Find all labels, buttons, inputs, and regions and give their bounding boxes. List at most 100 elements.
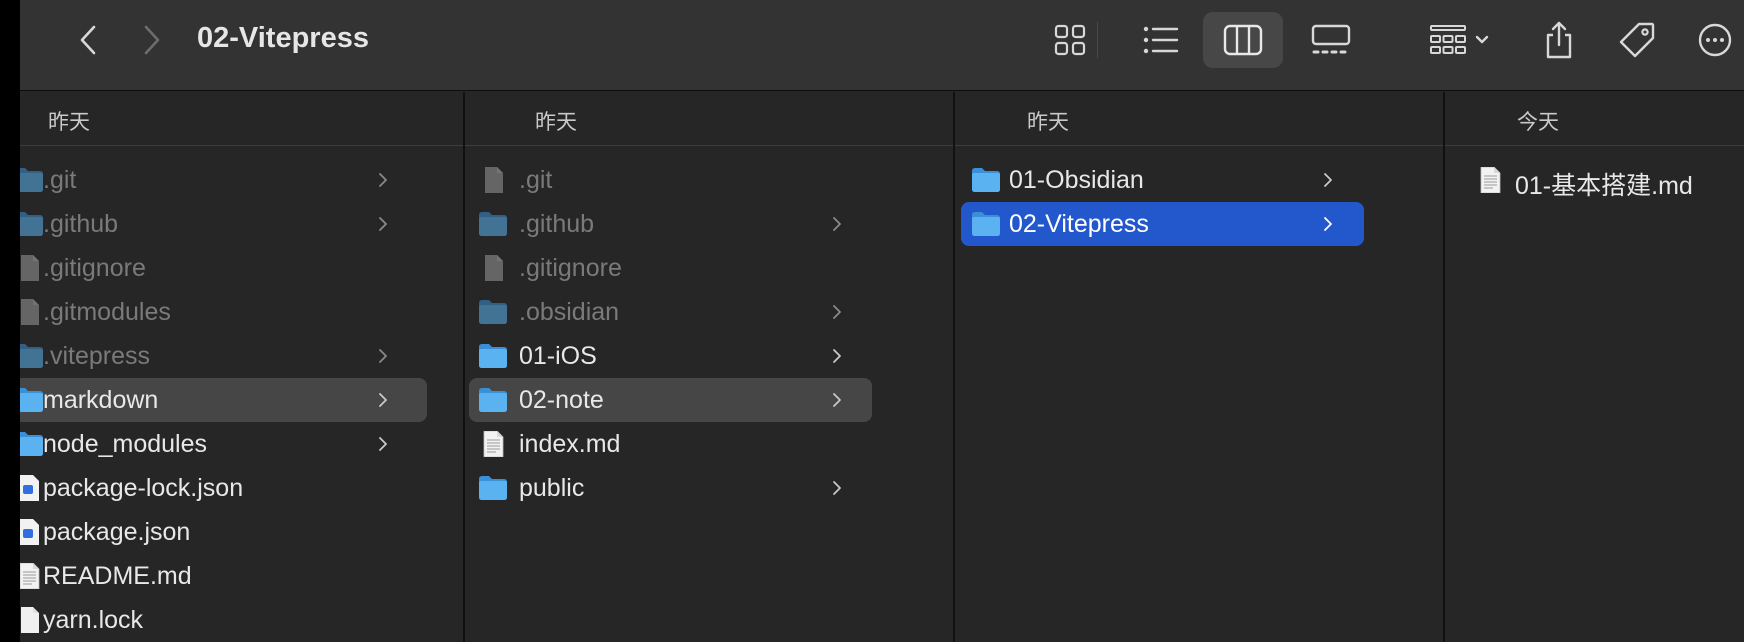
item-label: package-lock.json [43, 474, 244, 502]
file-row[interactable]: .gitmodules [20, 290, 463, 334]
tag-button[interactable] [1610, 12, 1664, 68]
column-markdown: 昨天 .git .github .gitignore .obsidian 01-iOS 0… [465, 92, 955, 642]
group-by-icon [1430, 25, 1489, 54]
disclosure-chevron-icon [1323, 172, 1333, 188]
folder-icon [478, 211, 508, 237]
json-file-icon [20, 475, 44, 501]
folder-icon [20, 211, 44, 237]
chevron-down-icon [1475, 35, 1489, 44]
item-label: .obsidian [519, 298, 620, 326]
item-label: 01-Obsidian [1009, 166, 1144, 194]
column-header: 今天 [1445, 92, 1744, 146]
disclosure-chevron-icon [378, 436, 388, 452]
finder-window: 02-Vitepress 昨天 .git .github .gitignore … [20, 0, 1744, 642]
file-row[interactable]: .gitignore [20, 246, 463, 290]
item-label: .git [43, 166, 77, 194]
document-icon [20, 562, 44, 590]
disclosure-chevron-icon [832, 392, 842, 408]
json-file-icon [20, 519, 44, 545]
folder-row[interactable]: 02-note [465, 378, 953, 422]
item-label: index.md [519, 430, 621, 458]
item-label: 01-基本搭建.md [1515, 172, 1693, 200]
disclosure-chevron-icon [832, 304, 842, 320]
document-icon [1475, 166, 1505, 194]
column-02-note: 昨天 01-Obsidian 02-Vitepress [955, 92, 1445, 642]
forward-button[interactable] [134, 20, 170, 60]
back-button[interactable] [70, 20, 106, 60]
list-view-button[interactable] [1126, 12, 1196, 68]
folder-row[interactable]: .github [465, 202, 953, 246]
item-label: 01-iOS [519, 342, 597, 370]
icon-view-button[interactable] [1040, 12, 1100, 68]
group-by-button[interactable] [1420, 12, 1500, 68]
share-button[interactable] [1534, 12, 1584, 68]
item-label: 02-note [519, 386, 604, 414]
folder-row[interactable]: 01-iOS [465, 334, 953, 378]
column-header: 昨天 [20, 92, 463, 146]
file-row[interactable]: 01-基本搭建.md [1445, 158, 1744, 202]
item-label: markdown [43, 386, 159, 414]
chevron-left-icon [80, 25, 96, 55]
file-row[interactable]: .gitignore [465, 246, 953, 290]
window-title: 02-Vitepress [197, 22, 369, 54]
disclosure-chevron-icon [832, 480, 842, 496]
folder-icon [478, 299, 508, 325]
item-label: .git [519, 166, 553, 194]
gallery-view-button[interactable] [1301, 12, 1361, 68]
tag-icon [1619, 22, 1655, 58]
file-icon [20, 255, 44, 281]
folder-icon [971, 167, 1001, 193]
toolbar: 02-Vitepress [20, 0, 1744, 91]
folder-row[interactable]: .git [20, 158, 463, 202]
column-header-label: 昨天 [535, 111, 577, 134]
column-header: 昨天 [465, 92, 953, 146]
folder-row[interactable]: .obsidian [465, 290, 953, 334]
folder-icon [478, 387, 508, 413]
list-view-icon [1143, 26, 1179, 54]
file-row[interactable]: README.md [20, 554, 463, 598]
file-icon [478, 167, 508, 193]
folder-row[interactable]: 01-Obsidian [955, 158, 1443, 202]
folder-row[interactable]: 02-Vitepress [955, 202, 1443, 246]
disclosure-chevron-icon [378, 172, 388, 188]
column-header-label: 昨天 [48, 111, 90, 134]
item-label: .gitignore [43, 254, 146, 282]
file-icon [478, 255, 508, 281]
file-icon [20, 299, 44, 325]
item-label: .gitmodules [43, 298, 171, 326]
file-row[interactable]: package.json [20, 510, 463, 554]
item-label: .github [519, 210, 595, 238]
folder-row[interactable]: public [465, 466, 953, 510]
folder-row[interactable]: .vitepress [20, 334, 463, 378]
chevron-right-icon [144, 25, 160, 55]
item-label: README.md [43, 562, 192, 590]
column-view-icon [1223, 24, 1263, 56]
column-header: 昨天 [955, 92, 1443, 146]
column-02-vitepress: 今天 01-基本搭建.md [1445, 92, 1744, 642]
item-label: 02-Vitepress [1009, 210, 1149, 238]
more-button[interactable] [1690, 12, 1740, 68]
file-row[interactable]: index.md [465, 422, 953, 466]
file-row[interactable]: .git [465, 158, 953, 202]
folder-icon [20, 431, 44, 457]
file-row[interactable]: yarn.lock [20, 598, 463, 642]
item-label: package.json [43, 518, 191, 546]
disclosure-chevron-icon [832, 216, 842, 232]
file-row[interactable]: package-lock.json [20, 466, 463, 510]
folder-icon [20, 387, 44, 413]
toolbar-separator [1097, 22, 1098, 58]
item-label: public [519, 474, 585, 502]
folder-icon [20, 343, 44, 369]
file-icon [20, 607, 44, 633]
folder-row[interactable]: .github [20, 202, 463, 246]
folder-row[interactable]: node_modules [20, 422, 463, 466]
column-view-button[interactable] [1203, 12, 1283, 68]
icon-view-icon [1054, 24, 1086, 56]
share-icon [1546, 21, 1572, 59]
disclosure-chevron-icon [378, 348, 388, 364]
folder-row[interactable]: markdown [20, 378, 463, 422]
more-icon [1698, 23, 1732, 57]
disclosure-chevron-icon [832, 348, 842, 364]
item-label: .vitepress [43, 342, 150, 370]
column-root: 昨天 .git .github .gitignore .gitmodules .vite… [20, 92, 465, 642]
